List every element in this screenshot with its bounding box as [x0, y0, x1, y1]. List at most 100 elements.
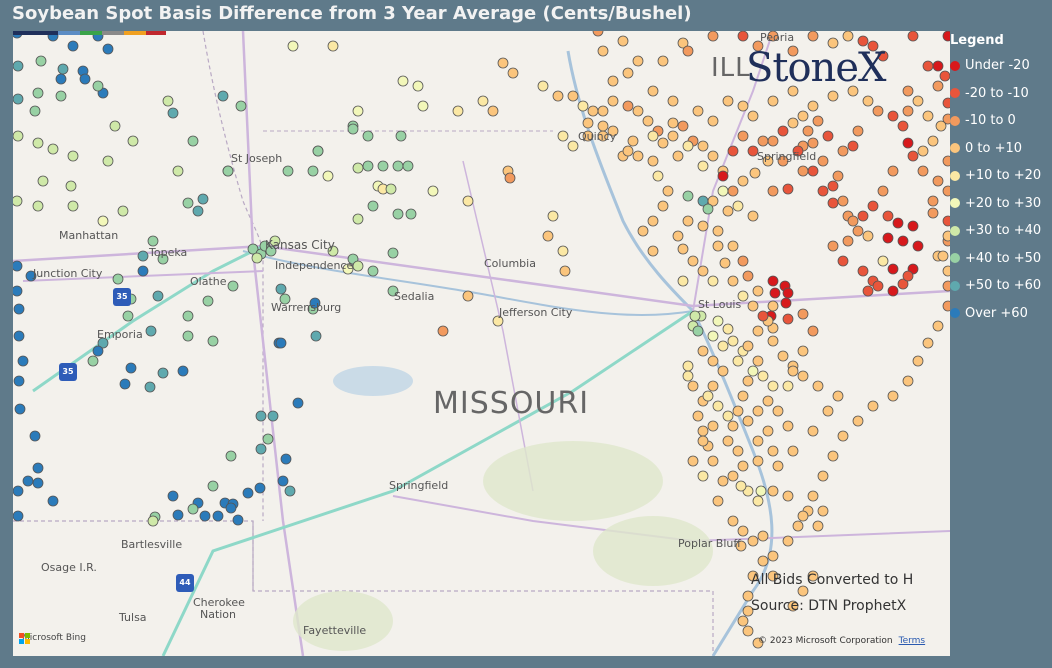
bid-location-point[interactable] — [109, 120, 121, 132]
bid-location-point[interactable] — [737, 31, 749, 42]
bid-location-point[interactable] — [267, 410, 279, 422]
bid-location-point[interactable] — [827, 197, 839, 209]
bid-location-point[interactable] — [507, 67, 519, 79]
bid-location-point[interactable] — [782, 287, 794, 299]
bid-location-point[interactable] — [667, 117, 679, 129]
bid-location-point[interactable] — [749, 167, 761, 179]
bid-location-point[interactable] — [797, 308, 809, 320]
bid-location-point[interactable] — [152, 290, 164, 302]
bid-location-point[interactable] — [787, 445, 799, 457]
bid-location-point[interactable] — [102, 155, 114, 167]
bid-location-point[interactable] — [557, 130, 569, 142]
bid-location-point[interactable] — [622, 100, 634, 112]
bid-location-point[interactable] — [392, 160, 404, 172]
bid-location-point[interactable] — [145, 325, 157, 337]
bid-location-point[interactable] — [942, 97, 950, 109]
bid-location-point[interactable] — [857, 265, 869, 277]
bid-location-point[interactable] — [812, 520, 824, 532]
bid-location-point[interactable] — [942, 280, 950, 292]
bid-location-point[interactable] — [607, 95, 619, 107]
bid-location-point[interactable] — [752, 325, 764, 337]
bid-location-point[interactable] — [742, 270, 754, 282]
bid-location-point[interactable] — [617, 35, 629, 47]
bid-location-point[interactable] — [395, 130, 407, 142]
bid-location-point[interactable] — [172, 165, 184, 177]
bid-location-point[interactable] — [172, 509, 184, 521]
bid-location-point[interactable] — [752, 405, 764, 417]
bid-location-point[interactable] — [242, 487, 254, 499]
bid-location-point[interactable] — [847, 215, 859, 227]
bid-location-point[interactable] — [559, 265, 571, 277]
bid-location-point[interactable] — [712, 315, 724, 327]
bid-location-point[interactable] — [902, 85, 914, 97]
bid-location-point[interactable] — [727, 515, 739, 527]
bid-location-point[interactable] — [622, 145, 634, 157]
bid-location-point[interactable] — [737, 525, 749, 537]
bid-location-point[interactable] — [707, 380, 719, 392]
bid-location-point[interactable] — [912, 240, 924, 252]
bid-location-point[interactable] — [797, 345, 809, 357]
bid-location-point[interactable] — [782, 313, 794, 325]
bid-location-point[interactable] — [13, 195, 23, 207]
bid-location-point[interactable] — [47, 143, 59, 155]
bid-location-point[interactable] — [504, 172, 516, 184]
bid-location-point[interactable] — [807, 31, 819, 42]
bid-location-point[interactable] — [682, 215, 694, 227]
bid-location-point[interactable] — [67, 200, 79, 212]
bid-location-point[interactable] — [37, 175, 49, 187]
bid-location-point[interactable] — [782, 420, 794, 432]
bid-location-point[interactable] — [587, 105, 599, 117]
bid-location-point[interactable] — [657, 200, 669, 212]
bid-location-point[interactable] — [867, 400, 879, 412]
bid-location-point[interactable] — [307, 165, 319, 177]
bid-location-point[interactable] — [757, 310, 769, 322]
bid-location-point[interactable] — [632, 105, 644, 117]
bid-location-point[interactable] — [797, 110, 809, 122]
bid-location-point[interactable] — [812, 115, 824, 127]
legend-item[interactable]: +50 to +60 — [950, 272, 1052, 300]
bid-location-point[interactable] — [737, 175, 749, 187]
bid-location-point[interactable] — [787, 117, 799, 129]
bid-location-point[interactable] — [922, 60, 934, 72]
bid-location-point[interactable] — [402, 160, 414, 172]
bid-location-point[interactable] — [227, 280, 239, 292]
bid-location-point[interactable] — [912, 355, 924, 367]
bid-location-point[interactable] — [757, 135, 769, 147]
bid-location-point[interactable] — [697, 140, 709, 152]
bid-location-point[interactable] — [722, 435, 734, 447]
bid-location-point[interactable] — [792, 520, 804, 532]
bid-location-point[interactable] — [13, 285, 23, 297]
bid-location-point[interactable] — [842, 31, 854, 42]
bid-location-point[interactable] — [137, 265, 149, 277]
bid-location-point[interactable] — [922, 110, 934, 122]
bid-location-point[interactable] — [752, 435, 764, 447]
bid-location-point[interactable] — [932, 60, 944, 72]
bid-location-point[interactable] — [13, 330, 25, 342]
bid-location-point[interactable] — [897, 120, 909, 132]
bid-location-point[interactable] — [657, 137, 669, 149]
bid-location-point[interactable] — [942, 265, 950, 277]
bid-location-point[interactable] — [712, 495, 724, 507]
bid-location-point[interactable] — [807, 425, 819, 437]
bid-location-point[interactable] — [832, 170, 844, 182]
bid-location-point[interactable] — [717, 340, 729, 352]
bid-location-point[interactable] — [837, 430, 849, 442]
bid-location-point[interactable] — [762, 425, 774, 437]
bid-location-point[interactable] — [182, 197, 194, 209]
bid-location-point[interactable] — [852, 415, 864, 427]
bid-location-point[interactable] — [862, 285, 874, 297]
bid-location-point[interactable] — [737, 255, 749, 267]
bid-location-point[interactable] — [752, 355, 764, 367]
bid-location-point[interactable] — [677, 120, 689, 132]
bid-location-point[interactable] — [682, 360, 694, 372]
bid-location-point[interactable] — [892, 217, 904, 229]
bid-location-point[interactable] — [192, 205, 204, 217]
bid-location-point[interactable] — [767, 135, 779, 147]
bid-points-layer[interactable] — [13, 31, 950, 656]
bid-location-point[interactable] — [767, 185, 779, 197]
bid-location-point[interactable] — [817, 185, 829, 197]
bid-location-point[interactable] — [14, 403, 26, 415]
bid-location-point[interactable] — [427, 185, 439, 197]
bid-location-point[interactable] — [797, 370, 809, 382]
bid-location-point[interactable] — [117, 205, 129, 217]
